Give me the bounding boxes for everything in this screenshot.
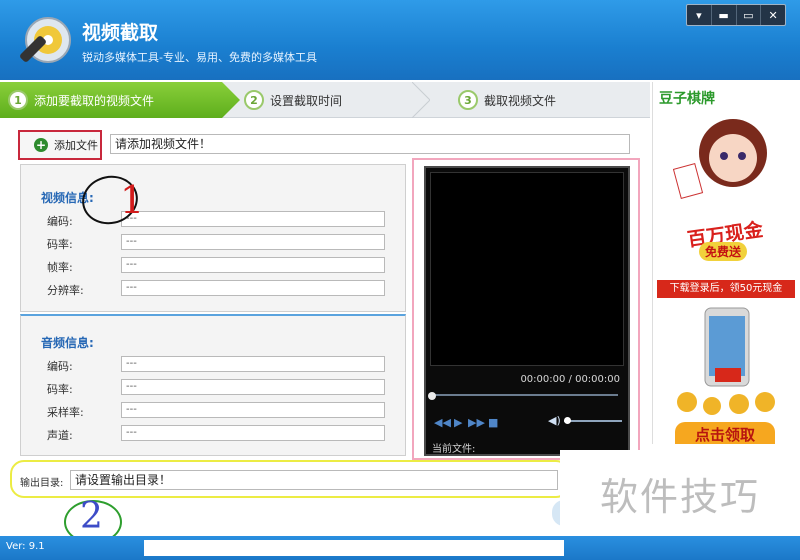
- step-3-label: 截取视频文件: [484, 93, 557, 108]
- step-3-number: 3: [458, 90, 478, 110]
- step-1-number: 1: [8, 90, 28, 110]
- close-icon[interactable]: ✕: [761, 5, 785, 25]
- ad-brand: 豆子棋牌: [659, 91, 715, 107]
- add-file-label: 添加文件: [54, 139, 98, 152]
- video-bitrate-field: ---: [121, 234, 385, 250]
- video-codec-label: 编码:: [47, 215, 73, 228]
- app-title: 视频截取: [82, 22, 159, 44]
- step-1-label: 添加要截取的视频文件: [34, 93, 155, 108]
- video-resolution-field: ---: [121, 280, 385, 296]
- ad-panel[interactable]: 豆子棋牌 百万现金 免费送 下载登录后，领50元现金 点击领取: [652, 82, 798, 444]
- ad-cta-button[interactable]: 点击领取: [675, 422, 775, 444]
- audio-samplerate-label: 采样率:: [47, 406, 84, 419]
- watermark: 软件技巧: [560, 450, 800, 536]
- audio-info-title: 音频信息:: [41, 336, 94, 350]
- add-file-button[interactable]: + 添加文件: [18, 130, 102, 160]
- audio-channel-field: ---: [121, 425, 385, 441]
- status-field: [144, 540, 564, 556]
- video-codec-field: ---: [121, 211, 385, 227]
- seek-bar[interactable]: [432, 394, 618, 396]
- video-file-input[interactable]: 请添加视频文件！: [110, 134, 630, 154]
- stop-icon[interactable]: ■: [488, 416, 498, 429]
- annotation-number-2: 2: [80, 496, 103, 537]
- step-separator-icon: [412, 82, 430, 118]
- annotation-number-1: 1: [120, 178, 145, 222]
- step-3[interactable]: 3 截取视频文件: [450, 82, 556, 118]
- volume-handle[interactable]: [564, 417, 571, 424]
- app-logo-icon: [20, 17, 71, 63]
- rewind-icon[interactable]: ◀◀: [434, 416, 451, 429]
- video-screen: [430, 172, 624, 366]
- minimize-icon[interactable]: ▬: [712, 5, 737, 25]
- ad-girl-image: [673, 119, 767, 199]
- maximize-icon[interactable]: ▭: [737, 5, 762, 25]
- video-info-panel: 视频信息: 编码: --- 码率: --- 帧率: --- 分辨率: ---: [20, 164, 406, 312]
- ad-phone-coins-image: [677, 307, 775, 415]
- current-file-label: 当前文件:: [432, 444, 476, 455]
- video-resolution-label: 分辨率:: [47, 284, 84, 297]
- player-time: 00:00:00 / 00:00:00: [520, 374, 620, 385]
- fast-forward-icon[interactable]: ▶▶: [468, 416, 485, 429]
- step-2-number: 2: [244, 90, 264, 110]
- window-controls: ▾ ▬ ▭ ✕: [686, 4, 786, 26]
- video-framerate-field: ---: [121, 257, 385, 273]
- volume-slider[interactable]: [564, 420, 622, 422]
- video-bitrate-label: 码率:: [47, 238, 73, 251]
- audio-codec-field: ---: [121, 356, 385, 372]
- plus-icon: +: [34, 138, 48, 152]
- video-framerate-label: 帧率:: [47, 261, 73, 274]
- output-dir-label: 输出目录:: [20, 478, 64, 489]
- audio-bitrate-label: 码率:: [47, 383, 73, 396]
- seek-handle[interactable]: [428, 392, 436, 400]
- app-subtitle: 锐动多媒体工具-专业、易用、免费的多媒体工具: [82, 51, 317, 64]
- output-dir-input[interactable]: 请设置输出目录！: [70, 470, 558, 490]
- audio-samplerate-field: ---: [121, 402, 385, 418]
- audio-codec-label: 编码:: [47, 360, 73, 373]
- video-player: 00:00:00 / 00:00:00 ◀◀ ▶ ▶▶ ■ ◀) 当前文件:: [424, 166, 630, 456]
- audio-channel-label: 声道:: [47, 429, 73, 442]
- step-2-label: 设置截取时间: [270, 93, 343, 108]
- step-2[interactable]: 2 设置截取时间: [236, 82, 342, 118]
- ad-banner: 下载登录后，领50元现金: [657, 280, 795, 298]
- volume-icon[interactable]: ◀): [548, 414, 561, 427]
- audio-info-panel: 音频信息: 编码: --- 码率: --- 采样率: --- 声道: ---: [20, 314, 406, 456]
- steps-bar: 1 添加要截取的视频文件 2 设置截取时间 3 截取视频文件: [0, 82, 650, 118]
- step-1[interactable]: 1 添加要截取的视频文件: [0, 82, 240, 118]
- audio-bitrate-field: ---: [121, 379, 385, 395]
- menu-dropdown-icon[interactable]: ▾: [687, 5, 712, 25]
- ad-free-badge: 免费送: [699, 242, 748, 261]
- play-icon[interactable]: ▶: [454, 416, 462, 429]
- version-label: Ver: 9.1: [6, 541, 45, 552]
